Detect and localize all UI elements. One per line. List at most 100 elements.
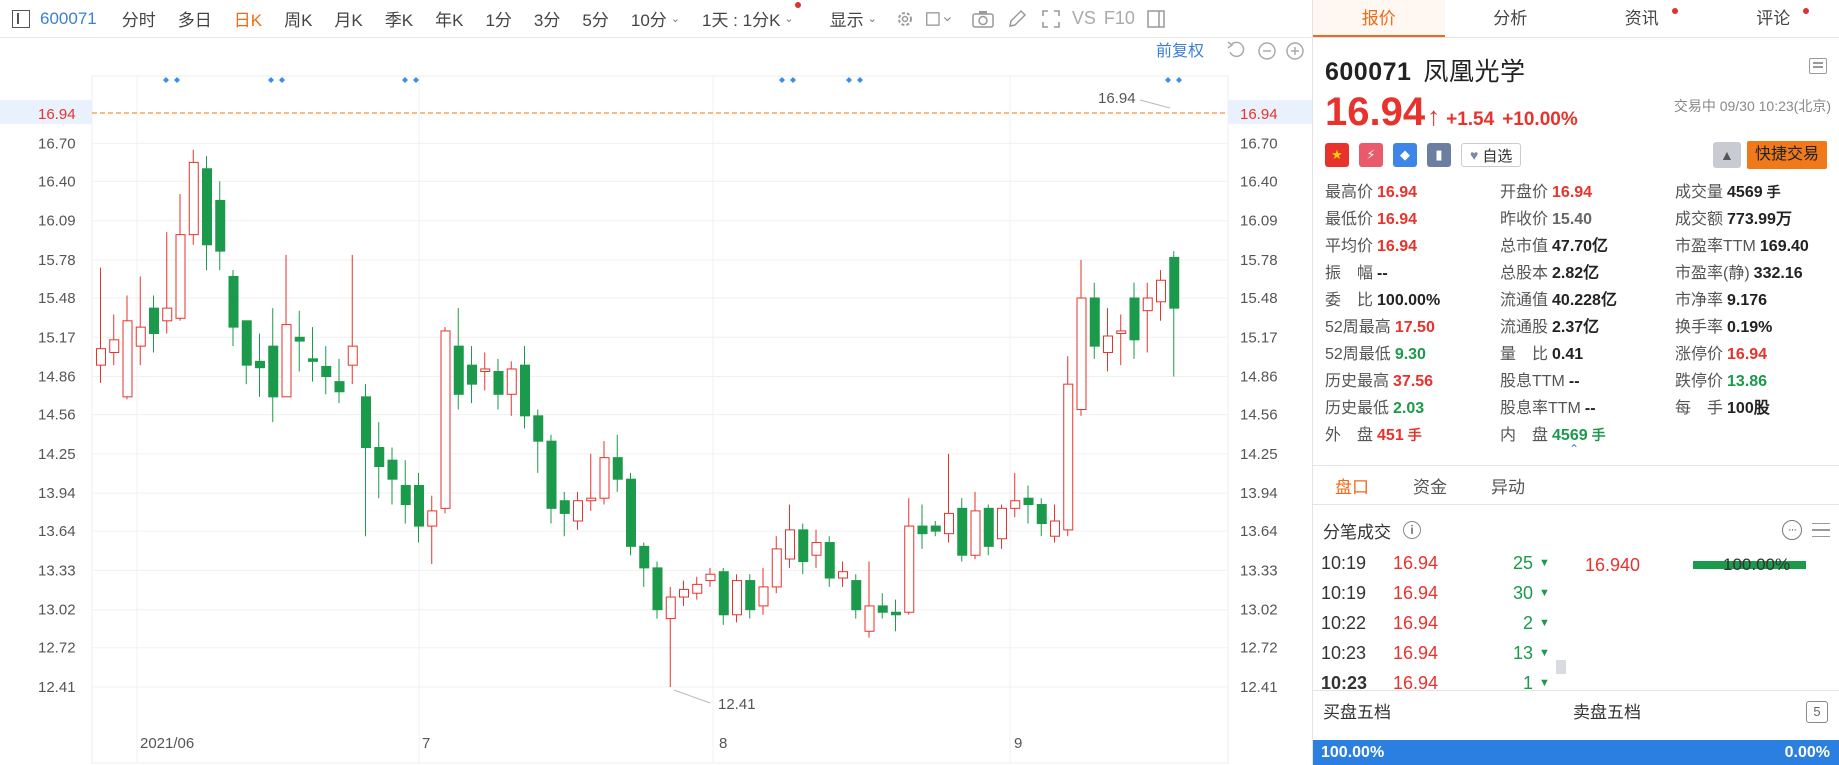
candle-body bbox=[268, 345, 279, 398]
tick-price: 16.94 bbox=[1393, 612, 1439, 633]
plot-area bbox=[91, 75, 1229, 764]
restore-rights-button[interactable]: 前复权 bbox=[1156, 42, 1204, 60]
sidebar-toggle-icon[interactable] bbox=[1143, 6, 1169, 32]
list-icon[interactable] bbox=[1812, 523, 1830, 537]
candle-body bbox=[732, 580, 742, 616]
candle-body bbox=[374, 447, 385, 468]
period-10min-select[interactable]: 10分 ⌄ bbox=[620, 6, 691, 31]
current-price-tag-left: 16.94 bbox=[38, 106, 76, 123]
tab-comments-label: 评论 bbox=[1756, 9, 1791, 28]
five-levels-icon[interactable]: 5 bbox=[1806, 701, 1828, 723]
period-yearly-k[interactable]: 年K bbox=[424, 6, 474, 31]
gear-icon[interactable] bbox=[892, 6, 918, 32]
vs-compare-button[interactable]: VS bbox=[1072, 8, 1096, 29]
more-icon[interactable]: ··· bbox=[1782, 520, 1802, 540]
pencil-icon[interactable] bbox=[1004, 6, 1030, 32]
stat-item: 内 盘 4569 手 bbox=[1500, 422, 1675, 449]
bell-icon[interactable]: ▲ bbox=[1712, 142, 1741, 168]
stat-label: 历史最低 bbox=[1325, 400, 1390, 417]
stat-value: 16.94 bbox=[1552, 184, 1593, 201]
period-multiday[interactable]: 多日 bbox=[167, 6, 223, 31]
y-tick-label: 14.25 bbox=[1240, 446, 1278, 463]
period-5min[interactable]: 5分 bbox=[571, 6, 619, 31]
candle[interactable] bbox=[652, 561, 663, 619]
candle-body bbox=[453, 345, 464, 395]
stat-item: 52周最低 9.30 bbox=[1325, 341, 1500, 368]
display-select[interactable]: 显示 ⌄ bbox=[819, 6, 888, 31]
candle-body bbox=[930, 525, 941, 532]
zoom-in-icon[interactable] bbox=[1286, 42, 1304, 60]
stat-value: 2.03 bbox=[1393, 400, 1425, 417]
period-daily-k[interactable]: 日K bbox=[223, 6, 273, 31]
current-price: 16.94 bbox=[1325, 90, 1426, 134]
y-tick-label: 16.40 bbox=[1240, 173, 1278, 190]
interval-select[interactable]: 1天 : 1分K ⌄ bbox=[691, 2, 805, 31]
stock-header: 600071 凤凰光学 16.94 ↑ +1.54 +10.00% bbox=[1313, 38, 1839, 135]
stat-value: 332.16 bbox=[1753, 265, 1803, 282]
camera-icon[interactable] bbox=[970, 6, 996, 32]
tab-analysis[interactable]: 分析 bbox=[1445, 0, 1577, 37]
period-3min[interactable]: 3分 bbox=[523, 6, 571, 31]
period-quarterly-k[interactable]: 季K bbox=[374, 6, 424, 31]
candle-body bbox=[626, 478, 636, 547]
period-monthly-k[interactable]: 月K bbox=[323, 6, 373, 31]
f10-button[interactable]: F10 bbox=[1104, 8, 1135, 29]
stat-label: 换手率 bbox=[1675, 319, 1724, 336]
y-tick-label: 15.17 bbox=[38, 329, 76, 346]
period-intraday[interactable]: 分时 bbox=[111, 6, 167, 31]
panel-toggle-icon[interactable] bbox=[12, 9, 30, 28]
y-tick-label: 13.94 bbox=[1240, 485, 1278, 502]
lightning-icon[interactable]: ⚡ bbox=[1359, 143, 1383, 167]
triangle-down-icon: ▼ bbox=[1539, 557, 1550, 569]
buy-levels-label: 买盘五档 bbox=[1323, 703, 1391, 722]
candle[interactable] bbox=[732, 574, 742, 623]
candle-body bbox=[771, 548, 782, 588]
tick-price: 16.94 bbox=[1393, 582, 1439, 603]
subtab-capital[interactable]: 资金 bbox=[1391, 473, 1469, 498]
china-flag-icon[interactable]: ★ bbox=[1325, 143, 1349, 167]
toolbar-stock-code: 600071 bbox=[40, 8, 97, 28]
candle-body bbox=[467, 364, 477, 385]
stat-label: 流通股 bbox=[1500, 319, 1549, 336]
tab-news[interactable]: 资讯 bbox=[1576, 0, 1708, 37]
add-watchlist-button[interactable]: ♥ 自选 bbox=[1461, 143, 1522, 167]
candle-body bbox=[96, 348, 106, 366]
stat-item: 平均价 16.94 bbox=[1325, 233, 1500, 260]
tag-icon[interactable]: ◆ bbox=[1393, 143, 1417, 167]
subtab-alerts[interactable]: 异动 bbox=[1469, 473, 1547, 498]
stat-item: 股息率TTM -- bbox=[1500, 395, 1675, 422]
chevron-up-icon[interactable]: ⌃ bbox=[1569, 442, 1579, 456]
candle-body bbox=[135, 326, 146, 347]
candlestick-chart[interactable]: 16.94 16.94 16.70 16.40 16.09 15.78 15.48 15.… bbox=[0, 38, 1312, 765]
tab-quote[interactable]: 报价 bbox=[1313, 0, 1445, 37]
tick-volume: 25 bbox=[1512, 552, 1533, 573]
fullscreen-icon[interactable] bbox=[1038, 6, 1064, 32]
period-1min[interactable]: 1分 bbox=[474, 6, 522, 31]
menu-icon[interactable] bbox=[1809, 58, 1827, 74]
subtab-orderbook[interactable]: 盘口 bbox=[1313, 473, 1391, 498]
candle-body bbox=[559, 500, 570, 514]
chart-reset-icon[interactable] bbox=[1227, 41, 1245, 58]
fast-trade-button[interactable]: 快捷交易 bbox=[1746, 141, 1827, 169]
bookmark-icon[interactable]: ▮ bbox=[1427, 143, 1451, 167]
zoom-out-icon[interactable] bbox=[1258, 42, 1276, 60]
info-icon[interactable]: i bbox=[1403, 521, 1421, 539]
stat-value: 0.41 bbox=[1552, 346, 1584, 363]
triangle-down-icon: ▼ bbox=[1539, 587, 1550, 599]
stat-item: 昨收价 15.40 bbox=[1500, 206, 1675, 233]
tick-volume: 13 bbox=[1512, 642, 1533, 663]
stat-value: 2.82亿 bbox=[1552, 265, 1600, 282]
chevron-down-icon: ⌄ bbox=[867, 13, 877, 25]
period-weekly-k[interactable]: 周K bbox=[273, 6, 323, 31]
candle-body bbox=[202, 168, 212, 246]
indicator-box-icon[interactable] bbox=[926, 6, 952, 32]
candle[interactable] bbox=[440, 327, 451, 514]
candle[interactable] bbox=[626, 472, 636, 556]
candle-body bbox=[599, 457, 610, 499]
stat-item: 历史最高 37.56 bbox=[1325, 368, 1500, 395]
tick-time: 10:19 bbox=[1321, 552, 1367, 573]
ticks-scrollbar[interactable] bbox=[1556, 660, 1566, 674]
stat-label: 昨收价 bbox=[1500, 211, 1549, 228]
tab-comments[interactable]: 评论 bbox=[1708, 0, 1839, 37]
candle[interactable] bbox=[188, 149, 199, 245]
